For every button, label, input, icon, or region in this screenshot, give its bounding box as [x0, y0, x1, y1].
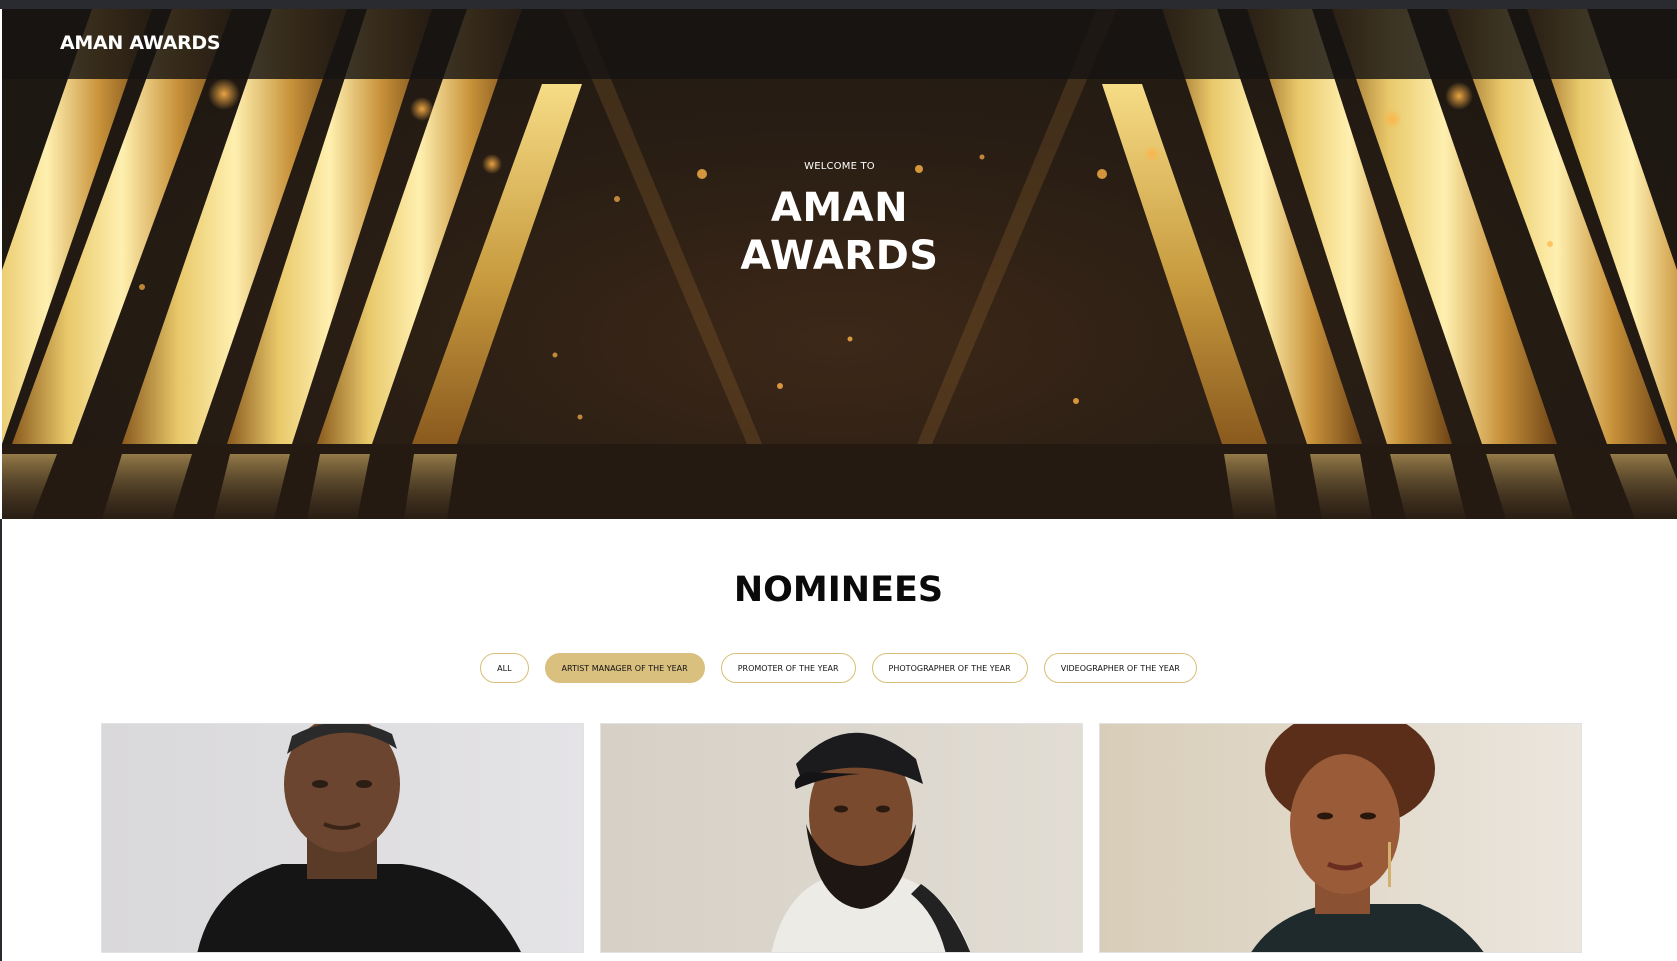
hero-welcome-text: WELCOME TO — [804, 161, 875, 172]
navbar: AMAN AWARDS — [2, 9, 1677, 79]
hero-title-line2: AWARDS — [740, 233, 939, 279]
nominee-cards — [101, 723, 1584, 961]
nominee-card[interactable] — [600, 723, 1083, 953]
nominee-card[interactable] — [101, 723, 584, 953]
filter-all[interactable]: ALL — [480, 653, 529, 683]
nominee-photo — [601, 724, 1082, 952]
filter-promoter[interactable]: PROMOTER OF THE YEAR — [720, 653, 856, 683]
brand-logo[interactable]: AMAN AWARDS — [60, 32, 221, 54]
browser-top-strip — [0, 0, 1677, 9]
hero-title-line1: AMAN — [770, 185, 909, 231]
nominee-photo — [102, 724, 583, 952]
nominee-photo — [1100, 724, 1581, 952]
filter-videographer[interactable]: VIDEOGRAPHER OF THE YEAR — [1043, 653, 1197, 683]
hero-title: AMAN AWARDS — [2, 184, 1677, 280]
nominee-card[interactable] — [1099, 723, 1582, 953]
filter-photographer[interactable]: PHOTOGRAPHER OF THE YEAR — [871, 653, 1028, 683]
nominees-title: NOMINEES — [733, 570, 944, 610]
hero-banner: AMAN AWARDS WELCOME TO AMAN AWARDS — [2, 9, 1677, 519]
category-filters: ALL ARTIST MANAGER OF THE YEAR PROMOTER … — [0, 653, 1677, 683]
filter-artist-manager[interactable]: ARTIST MANAGER OF THE YEAR — [544, 653, 705, 683]
